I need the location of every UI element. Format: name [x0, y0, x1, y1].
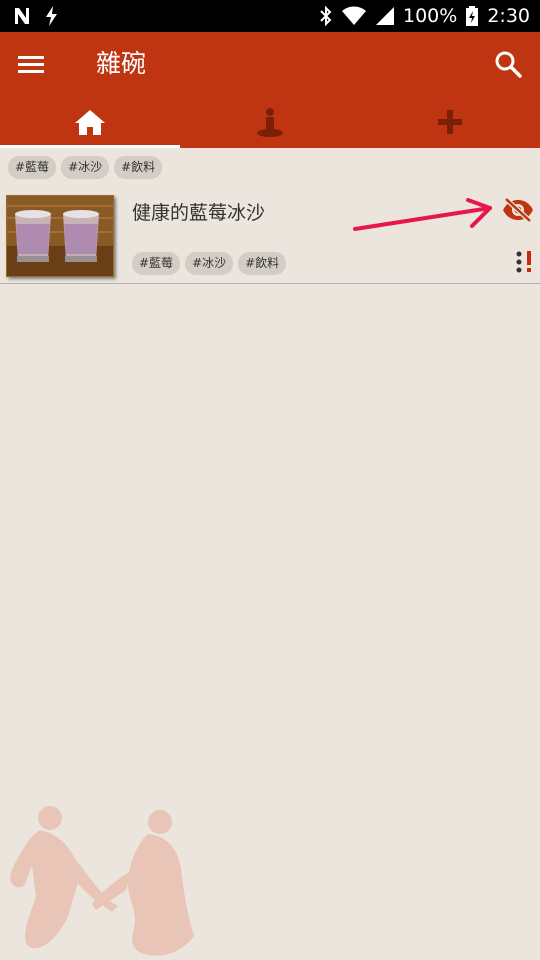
n-logo-icon — [15, 8, 29, 24]
item-title: 健康的藍莓冰沙 — [132, 202, 266, 224]
wifi-icon — [342, 6, 366, 25]
tab-add[interactable] — [360, 96, 540, 148]
person-pin-icon — [257, 108, 283, 137]
item-tag[interactable]: #冰沙 — [185, 252, 234, 275]
app-title: 雜碗 — [96, 49, 147, 78]
app-bar: 雜碗 — [0, 32, 540, 96]
filter-tag[interactable]: #藍莓 — [8, 156, 57, 179]
visibility-off-icon — [503, 197, 533, 223]
menu-button[interactable] — [18, 46, 66, 82]
item-tag[interactable]: #飲料 — [238, 252, 287, 275]
filter-tag[interactable]: #飲料 — [114, 156, 163, 179]
filter-tag-row: #藍莓 #冰沙 #飲料 — [8, 156, 163, 179]
search-button[interactable] — [488, 44, 528, 84]
clock: 2:30 — [487, 5, 530, 27]
search-icon — [495, 51, 522, 78]
figures-watermark-icon — [10, 806, 194, 956]
menu-icon — [18, 56, 44, 73]
item-tag-row: #藍莓 #冰沙 #飲料 — [132, 252, 287, 275]
item-thumbnail — [6, 195, 114, 277]
flash-icon — [46, 6, 57, 26]
tab-person[interactable] — [180, 96, 360, 148]
item-tag[interactable]: #藍莓 — [132, 252, 181, 275]
add-icon — [438, 110, 462, 134]
hide-button[interactable] — [500, 194, 536, 226]
tab-home[interactable] — [0, 96, 180, 148]
bluetooth-icon — [320, 5, 332, 27]
filter-tag[interactable]: #冰沙 — [61, 156, 110, 179]
battery-percent: 100% — [403, 5, 458, 27]
tab-indicator — [0, 145, 180, 148]
more-vert-alert-icon — [516, 251, 531, 273]
signal-icon — [376, 7, 394, 25]
annotation-arrow-icon — [353, 198, 492, 231]
more-options-button[interactable] — [510, 248, 538, 276]
status-bar: 100% 2:30 — [0, 0, 540, 32]
smoothie-photo-icon — [7, 196, 113, 276]
battery-charging-icon — [466, 6, 479, 26]
home-icon — [75, 110, 105, 135]
tab-bar — [0, 96, 540, 148]
